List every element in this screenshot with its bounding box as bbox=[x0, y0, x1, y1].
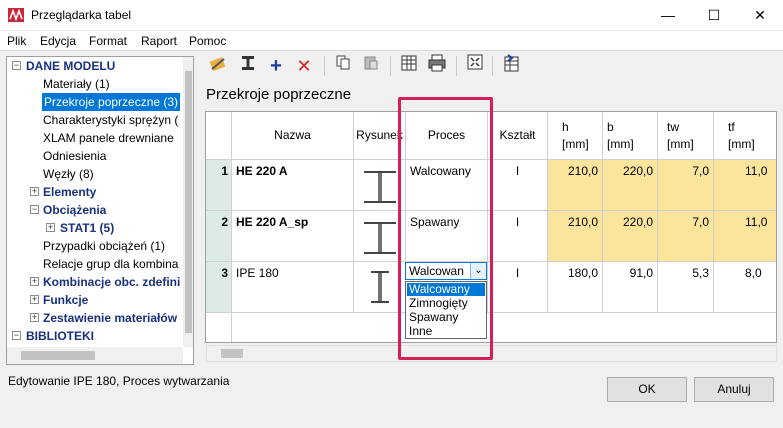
collapse-icon[interactable]: − bbox=[12, 331, 21, 340]
tree-item-elementy[interactable]: Elementy bbox=[43, 183, 96, 201]
corner-cell bbox=[206, 112, 232, 160]
i-section-icon bbox=[364, 222, 396, 254]
col-header-h[interactable]: h [mm] bbox=[548, 112, 603, 160]
fit-view-icon[interactable] bbox=[463, 54, 487, 78]
toolbar-separator bbox=[324, 56, 325, 76]
col-header-tf[interactable]: tf [mm] bbox=[714, 112, 776, 160]
row-number[interactable]: 1 bbox=[206, 160, 232, 211]
cell-h[interactable]: 210,0 bbox=[548, 160, 603, 211]
cell-nazwa[interactable]: IPE 180 bbox=[232, 262, 354, 313]
col-header-label: tw bbox=[667, 120, 679, 134]
tree-horizontal-scrollbar[interactable] bbox=[7, 347, 183, 364]
col-header-nazwa[interactable]: Nazwa bbox=[232, 112, 354, 160]
cell-ksztalt[interactable]: I bbox=[488, 160, 548, 211]
collapse-icon[interactable]: − bbox=[30, 205, 39, 214]
highlight-frame bbox=[398, 97, 493, 360]
cell-h[interactable]: 180,0 bbox=[548, 262, 603, 313]
cell-b[interactable]: 91,0 bbox=[603, 262, 658, 313]
expand-icon[interactable]: + bbox=[30, 313, 39, 322]
tree-item-przekroje[interactable]: Przekroje poprzeczne (3) bbox=[42, 93, 181, 111]
tree-item-charakterystyki[interactable]: Charakterystyki sprężyn ( bbox=[43, 111, 178, 129]
tree-item-przypadki[interactable]: Przypadki obciążeń (1) bbox=[43, 237, 165, 255]
tree-item-xlam[interactable]: XLAM panele drewniane bbox=[43, 129, 174, 147]
col-header-b[interactable]: b [mm] bbox=[603, 112, 658, 160]
panel-title: Przekroje poprzeczne bbox=[206, 86, 352, 103]
title-bar: Przeglądarka tabel — ☐ ✕ bbox=[0, 0, 783, 31]
cell-tw[interactable]: 7,0 bbox=[658, 211, 714, 262]
cell-b[interactable]: 220,0 bbox=[603, 160, 658, 211]
close-button[interactable]: ✕ bbox=[737, 0, 783, 31]
print-icon[interactable] bbox=[425, 54, 449, 78]
edit-book-icon[interactable] bbox=[206, 54, 230, 78]
expand-icon[interactable]: + bbox=[46, 223, 55, 232]
col-header-ksztalt[interactable]: Kształt bbox=[488, 112, 548, 160]
tree-item-wezly[interactable]: Węzły (8) bbox=[43, 165, 94, 183]
tree-item-obciazenia[interactable]: Obciążenia bbox=[43, 201, 106, 219]
toolbar-separator bbox=[390, 56, 391, 76]
col-header-label: h bbox=[562, 120, 569, 134]
tree-item-relacje[interactable]: Relacje grup dla kombina bbox=[43, 255, 178, 273]
cell-ksztalt[interactable]: I bbox=[488, 211, 548, 262]
tree-item-odniesienia[interactable]: Odniesienia bbox=[43, 147, 106, 165]
section-icon[interactable] bbox=[236, 54, 260, 78]
col-header-label: tf bbox=[728, 120, 735, 134]
cell-tw[interactable]: 5,3 bbox=[658, 262, 714, 313]
cancel-button[interactable]: Anuluj bbox=[694, 377, 774, 402]
cell-tf[interactable]: 8,0 bbox=[714, 262, 776, 313]
table-export-icon[interactable] bbox=[499, 54, 523, 78]
cell-b[interactable]: 220,0 bbox=[603, 211, 658, 262]
ok-button[interactable]: OK bbox=[607, 377, 687, 402]
delete-icon[interactable]: ✕ bbox=[292, 54, 316, 78]
navigation-tree[interactable]: − DANE MODELU Materiały (1) Przekroje po… bbox=[6, 56, 194, 365]
row-number[interactable]: 3 bbox=[206, 262, 232, 313]
expand-icon[interactable]: + bbox=[30, 187, 39, 196]
row-number[interactable]: 2 bbox=[206, 211, 232, 262]
expand-icon[interactable]: + bbox=[30, 295, 39, 304]
toolbar-separator bbox=[456, 56, 457, 76]
col-header-tw[interactable]: tw [mm] bbox=[658, 112, 714, 160]
maximize-button[interactable]: ☐ bbox=[691, 0, 737, 31]
cell-tw[interactable]: 7,0 bbox=[658, 160, 714, 211]
paste-icon[interactable] bbox=[359, 54, 383, 78]
menu-pomoc[interactable]: Pomoc bbox=[189, 34, 226, 48]
minimize-button[interactable]: — bbox=[645, 0, 691, 31]
col-header-unit: [mm] bbox=[728, 137, 755, 151]
window-title: Przeglądarka tabel bbox=[31, 8, 132, 22]
tree-root-biblioteki[interactable]: BIBLIOTEKI bbox=[26, 327, 94, 345]
col-header-unit: [mm] bbox=[667, 137, 694, 151]
status-text: Edytowanie IPE 180, Proces wytwarzania bbox=[8, 374, 230, 388]
add-icon[interactable]: + bbox=[264, 54, 288, 78]
menu-format[interactable]: Format bbox=[89, 34, 127, 48]
col-header-label: b bbox=[607, 120, 614, 134]
tree-root-dane-modelu[interactable]: DANE MODELU bbox=[26, 57, 115, 75]
menu-edycja[interactable]: Edycja bbox=[40, 34, 76, 48]
app-icon bbox=[8, 8, 24, 22]
cell-tf[interactable]: 11,0 bbox=[714, 160, 776, 211]
cell-tf[interactable]: 11,0 bbox=[714, 211, 776, 262]
tree-item-materialy[interactable]: Materiały (1) bbox=[43, 75, 110, 93]
cell-nazwa[interactable]: HE 220 A_sp bbox=[232, 211, 354, 262]
col-header-unit: [mm] bbox=[607, 137, 634, 151]
tree-item-zestawienie[interactable]: Zestawienie materiałów bbox=[43, 309, 177, 327]
toolbar-separator bbox=[492, 56, 493, 76]
i-section-icon bbox=[371, 271, 389, 303]
tree-vertical-scrollbar[interactable] bbox=[183, 57, 193, 347]
empty-row-header bbox=[206, 313, 232, 342]
i-section-icon bbox=[364, 171, 396, 203]
cell-nazwa[interactable]: HE 220 A bbox=[232, 160, 354, 211]
cell-ksztalt[interactable]: I bbox=[488, 262, 548, 313]
tree-item-kombinacje[interactable]: Kombinacje obc. zdefini bbox=[43, 273, 180, 291]
tree-item-stat1[interactable]: STAT1 (5) bbox=[60, 219, 114, 237]
menu-raport[interactable]: Raport bbox=[141, 34, 177, 48]
cell-h[interactable]: 210,0 bbox=[548, 211, 603, 262]
menu-plik[interactable]: Plik bbox=[7, 34, 26, 48]
collapse-icon[interactable]: − bbox=[12, 61, 21, 70]
copy-icon[interactable] bbox=[331, 54, 355, 78]
col-header-unit: [mm] bbox=[562, 137, 589, 151]
columns-icon[interactable] bbox=[397, 54, 421, 78]
menu-bar: Plik Edycja Format Raport Pomoc bbox=[0, 31, 783, 51]
expand-icon[interactable]: + bbox=[30, 277, 39, 286]
tree-item-funkcje[interactable]: Funkcje bbox=[43, 291, 88, 309]
